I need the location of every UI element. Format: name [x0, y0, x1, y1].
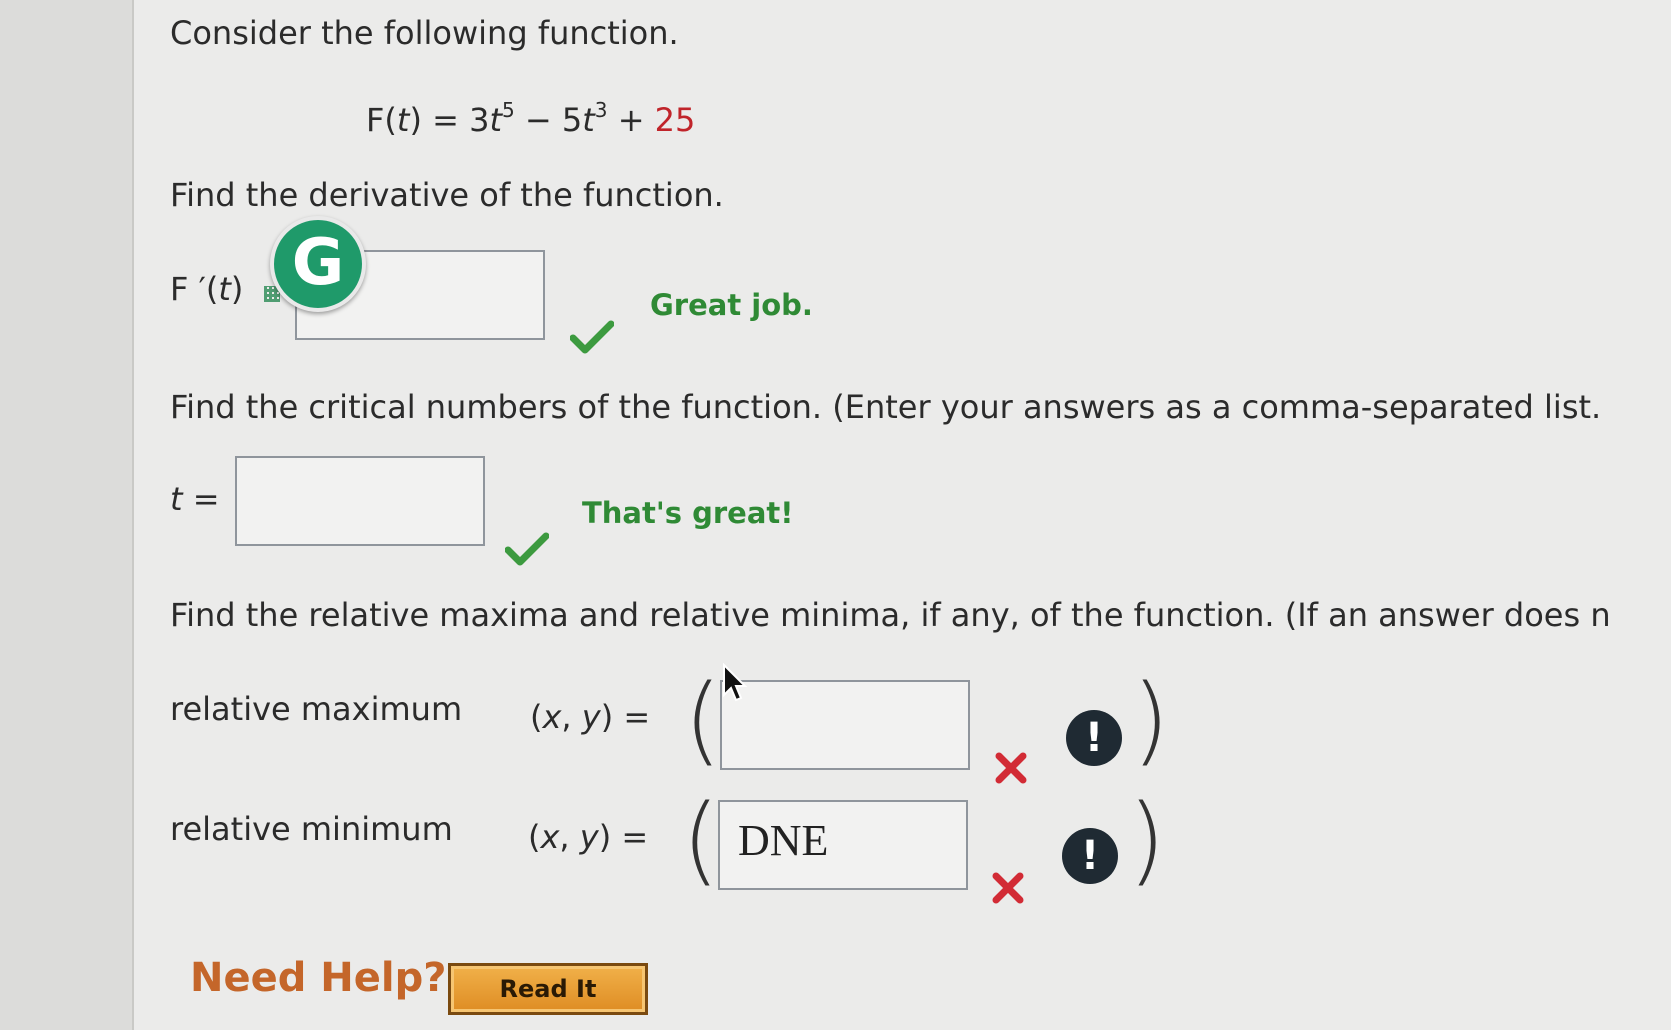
critical-numbers-answer-field[interactable]	[235, 456, 485, 546]
derivative-feedback: Great job.	[650, 288, 813, 322]
function-constant: 25	[654, 101, 696, 139]
intro-text: Consider the following function.	[170, 14, 679, 52]
relative-maximum-warning-icon[interactable]: !	[1066, 710, 1122, 766]
relative-maximum-answer-field[interactable]	[720, 680, 970, 770]
relative-maximum-open-paren: (	[684, 664, 722, 776]
relative-maximum-x-icon	[995, 752, 1027, 784]
relative-maximum-xy-label: (x, y) =	[530, 698, 651, 736]
derivative-prompt: Find the derivative of the function.	[170, 176, 724, 214]
relative-minimum-x-icon	[992, 872, 1024, 904]
need-help-label: Need Help?	[190, 955, 447, 1001]
critical-numbers-check-icon	[505, 532, 549, 566]
derivative-check-icon	[570, 320, 614, 354]
relative-minimum-warning-icon[interactable]: !	[1062, 828, 1118, 884]
mouse-cursor-icon	[723, 663, 748, 702]
extrema-prompt: Find the relative maxima and relative mi…	[170, 596, 1611, 634]
relative-minimum-close-paren: )	[1128, 784, 1166, 896]
function-expression: F(t) = 3t5 − 5t3 + 25	[366, 98, 696, 139]
grammarly-g-icon[interactable]: G	[270, 216, 366, 312]
derivative-label: F ′(t)	[170, 270, 244, 308]
relative-minimum-xy-label: (x, y) =	[528, 818, 649, 856]
relative-minimum-label: relative minimum	[170, 810, 453, 848]
relative-minimum-answer-field[interactable]: DNE	[718, 800, 968, 890]
relative-minimum-open-paren: (	[682, 784, 720, 896]
left-margin-strip	[0, 0, 134, 1030]
read-it-button[interactable]: Read It	[448, 963, 648, 1015]
relative-maximum-label: relative maximum	[170, 690, 463, 728]
critical-numbers-prompt: Find the critical numbers of the functio…	[170, 388, 1602, 426]
critical-numbers-feedback: That's great!	[582, 496, 794, 530]
relative-maximum-close-paren: )	[1132, 664, 1170, 776]
critical-numbers-label: t =	[170, 480, 220, 518]
